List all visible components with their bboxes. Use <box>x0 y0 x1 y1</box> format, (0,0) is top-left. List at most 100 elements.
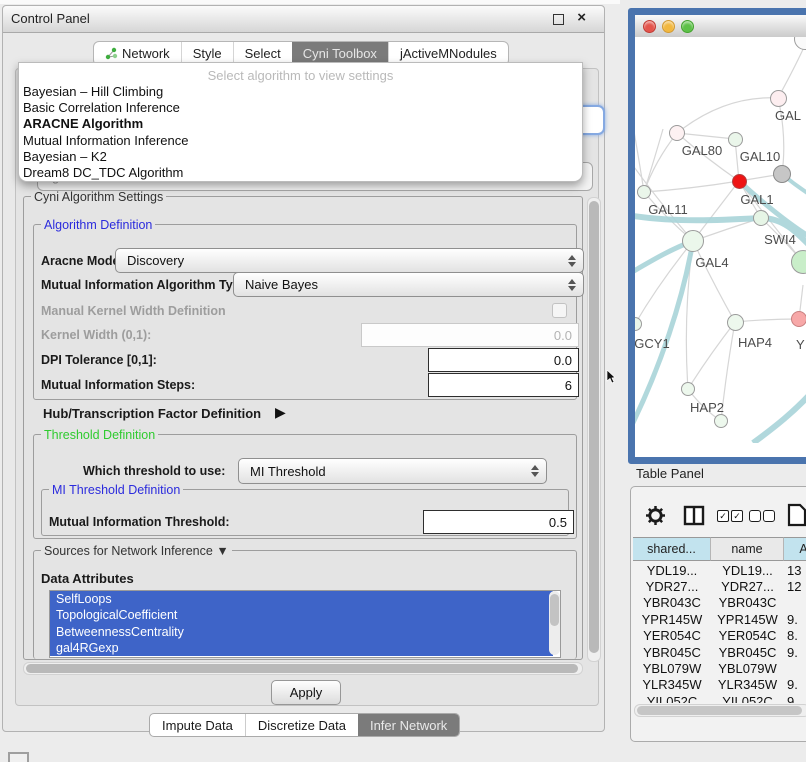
list-item[interactable]: SelfLoops <box>50 591 553 607</box>
control-panel-window: Control Panel × Network Style Select Cyn… <box>2 5 605 732</box>
select-unchecked-icon[interactable] <box>763 510 775 522</box>
network-node[interactable] <box>727 314 744 331</box>
data-attributes-list: SelfLoops TopologicalCoefficient Between… <box>49 590 561 658</box>
network-icon <box>105 47 118 60</box>
node-label: GAL80 <box>672 143 732 158</box>
tab-discretize-data[interactable]: Discretize Data <box>245 714 358 736</box>
stepper-arrows-icon <box>531 465 539 477</box>
column-header-partial[interactable]: A <box>784 537 806 561</box>
collapse-arrow-icon[interactable]: ▼ <box>216 544 228 558</box>
network-node[interactable] <box>681 382 695 396</box>
list-item[interactable]: BetweennessCentrality <box>50 624 553 640</box>
aracne-mode-label: Aracne Mode: <box>41 254 124 268</box>
apply-button[interactable]: Apply <box>271 680 341 705</box>
dropdown-item[interactable]: Basic Correlation Inference <box>19 100 582 116</box>
dropdown-item[interactable]: Bayesian – Hill Climbing <box>19 84 582 100</box>
dropdown-item[interactable]: Bayesian – K2 <box>19 149 582 165</box>
list-vertical-scrollbar[interactable] <box>549 591 560 655</box>
sources-group-title: Sources for Network Inference ▼ <box>41 544 232 558</box>
mi-threshold-field[interactable]: 0.5 <box>423 510 574 534</box>
select-unchecked-icon[interactable] <box>749 510 761 522</box>
threshold-definition-title: Threshold Definition <box>41 428 158 442</box>
dropdown-item[interactable]: Dream8 DC_TDC Algorithm <box>19 165 582 181</box>
split-columns-icon[interactable] <box>683 505 705 526</box>
minimize-traffic-light[interactable] <box>662 20 675 33</box>
dpi-tolerance-field[interactable]: 0.0 <box>428 348 579 372</box>
kernel-width-label: Kernel Width (0,1): <box>41 328 151 342</box>
node-label: SWI4 <box>750 232 806 247</box>
network-canvas[interactable]: GAL GAL80 GAL10 GAL1 GAL11 SWI4 GAL4 GCY… <box>635 37 806 443</box>
mi-threshold-definition-title: MI Threshold Definition <box>49 483 183 497</box>
mi-steps-field[interactable]: 6 <box>428 373 579 397</box>
settings-group-title: Cyni Algorithm Settings <box>31 190 166 204</box>
mouse-cursor <box>606 370 616 384</box>
network-node[interactable] <box>714 414 728 428</box>
control-panel-titlebar: Control Panel × <box>3 6 604 33</box>
zoom-traffic-light[interactable] <box>681 20 694 33</box>
float-window-icon[interactable] <box>553 14 564 25</box>
network-node[interactable] <box>791 311 806 327</box>
network-node[interactable] <box>669 125 685 141</box>
algorithm-definition-title: Algorithm Definition <box>41 218 155 232</box>
node-label: GAL <box>775 108 801 123</box>
list-item[interactable]: TopologicalCoefficient <box>50 607 553 623</box>
mi-steps-label: Mutual Information Steps: <box>41 378 195 392</box>
network-window-titlebar <box>635 15 806 38</box>
cyni-bottom-tabbar: Impute Data Discretize Data Infer Networ… <box>149 713 460 737</box>
dpi-tolerance-label: DPI Tolerance [0,1]: <box>41 353 157 367</box>
settings-horizontal-scrollbar[interactable] <box>23 662 583 675</box>
node-label: GAL11 <box>638 202 698 217</box>
manual-kernel-width-checkbox[interactable] <box>552 303 567 318</box>
node-label: GAL1 <box>727 192 787 207</box>
tab-impute-data[interactable]: Impute Data <box>150 714 245 736</box>
settings-vertical-scrollbar[interactable] <box>587 197 601 662</box>
document-icon[interactable] <box>787 503 806 527</box>
table-panel-title: Table Panel <box>636 466 704 481</box>
expand-arrow-icon[interactable]: ▶ <box>275 404 286 421</box>
network-view-window: GAL GAL80 GAL10 GAL1 GAL11 SWI4 GAL4 GCY… <box>628 8 806 464</box>
mi-algorithm-type-label: Mutual Information Algorithm Type: <box>41 278 251 292</box>
dropdown-item-selected[interactable]: ARACNE Algorithm <box>19 116 582 132</box>
application-root: Control Panel × Network Style Select Cyn… <box>0 0 806 762</box>
select-checked-icon[interactable]: ✓ <box>717 510 729 522</box>
node-label: Y <box>796 337 805 352</box>
dropdown-item[interactable]: Mutual Information Inference <box>19 133 582 149</box>
column-header-name[interactable]: name <box>711 537 784 561</box>
manual-kernel-width-label: Manual Kernel Width Definition <box>41 304 226 318</box>
close-traffic-light[interactable] <box>643 20 656 33</box>
list-item[interactable]: gal4RGexp <box>50 640 553 656</box>
top-strip <box>0 0 620 4</box>
node-label: GAL4 <box>682 255 742 270</box>
network-node[interactable] <box>773 165 791 183</box>
node-label: GAL10 <box>730 149 790 164</box>
algorithm-dropdown-list: Select algorithm to view settings Bayesi… <box>18 62 583 182</box>
node-label: HAP2 <box>677 400 737 415</box>
gear-icon[interactable] <box>646 506 665 525</box>
table-horizontal-scrollbar[interactable] <box>634 704 806 717</box>
column-header-shared-name[interactable]: shared... <box>633 537 711 561</box>
stepper-arrows-icon <box>568 279 576 291</box>
tab-infer-network[interactable]: Infer Network <box>358 714 459 736</box>
mi-threshold-label: Mutual Information Threshold: <box>49 515 230 529</box>
stepper-arrows-icon <box>568 255 576 267</box>
which-threshold-combo[interactable]: MI Threshold <box>238 458 547 484</box>
table-panel-window: ✓ ✓ shared... name A YDL19... YDL19... 1… <box>630 486 806 742</box>
network-node-highlighted[interactable] <box>732 174 747 189</box>
select-checked-icon[interactable]: ✓ <box>731 510 743 522</box>
partial-button[interactable] <box>8 752 29 762</box>
network-node[interactable] <box>637 185 651 199</box>
network-node[interactable] <box>753 210 769 226</box>
mi-algorithm-type-combo[interactable]: Naive Bayes <box>233 272 584 297</box>
network-node[interactable] <box>770 90 787 107</box>
hub-tf-definition-label: Hub/Transcription Factor Definition <box>43 406 261 421</box>
dropdown-placeholder: Select algorithm to view settings <box>19 67 582 84</box>
node-label: GCY1 <box>635 336 682 351</box>
control-panel-title: Control Panel <box>11 11 90 26</box>
close-icon[interactable]: × <box>577 9 586 26</box>
aracne-mode-combo[interactable]: Discovery <box>115 248 584 273</box>
which-threshold-label: Which threshold to use: <box>83 464 225 478</box>
network-node[interactable] <box>682 230 704 252</box>
kernel-width-field[interactable]: 0.0 <box>361 323 579 347</box>
data-attributes-label: Data Attributes <box>41 571 134 586</box>
node-label: HAP4 <box>725 335 785 350</box>
